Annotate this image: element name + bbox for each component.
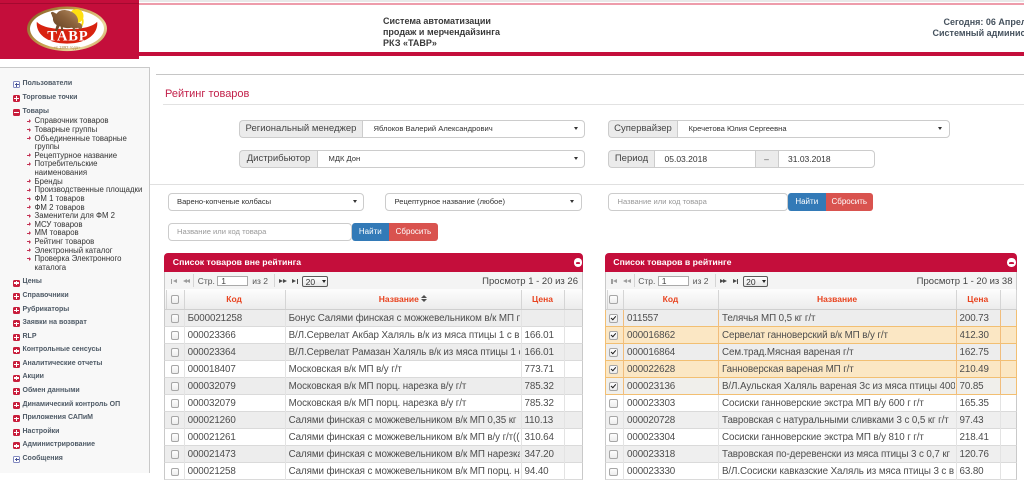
svg-text:ТАВР: ТАВР — [47, 29, 88, 45]
svg-text:«с 1893 года»: «с 1893 года» — [54, 45, 82, 50]
